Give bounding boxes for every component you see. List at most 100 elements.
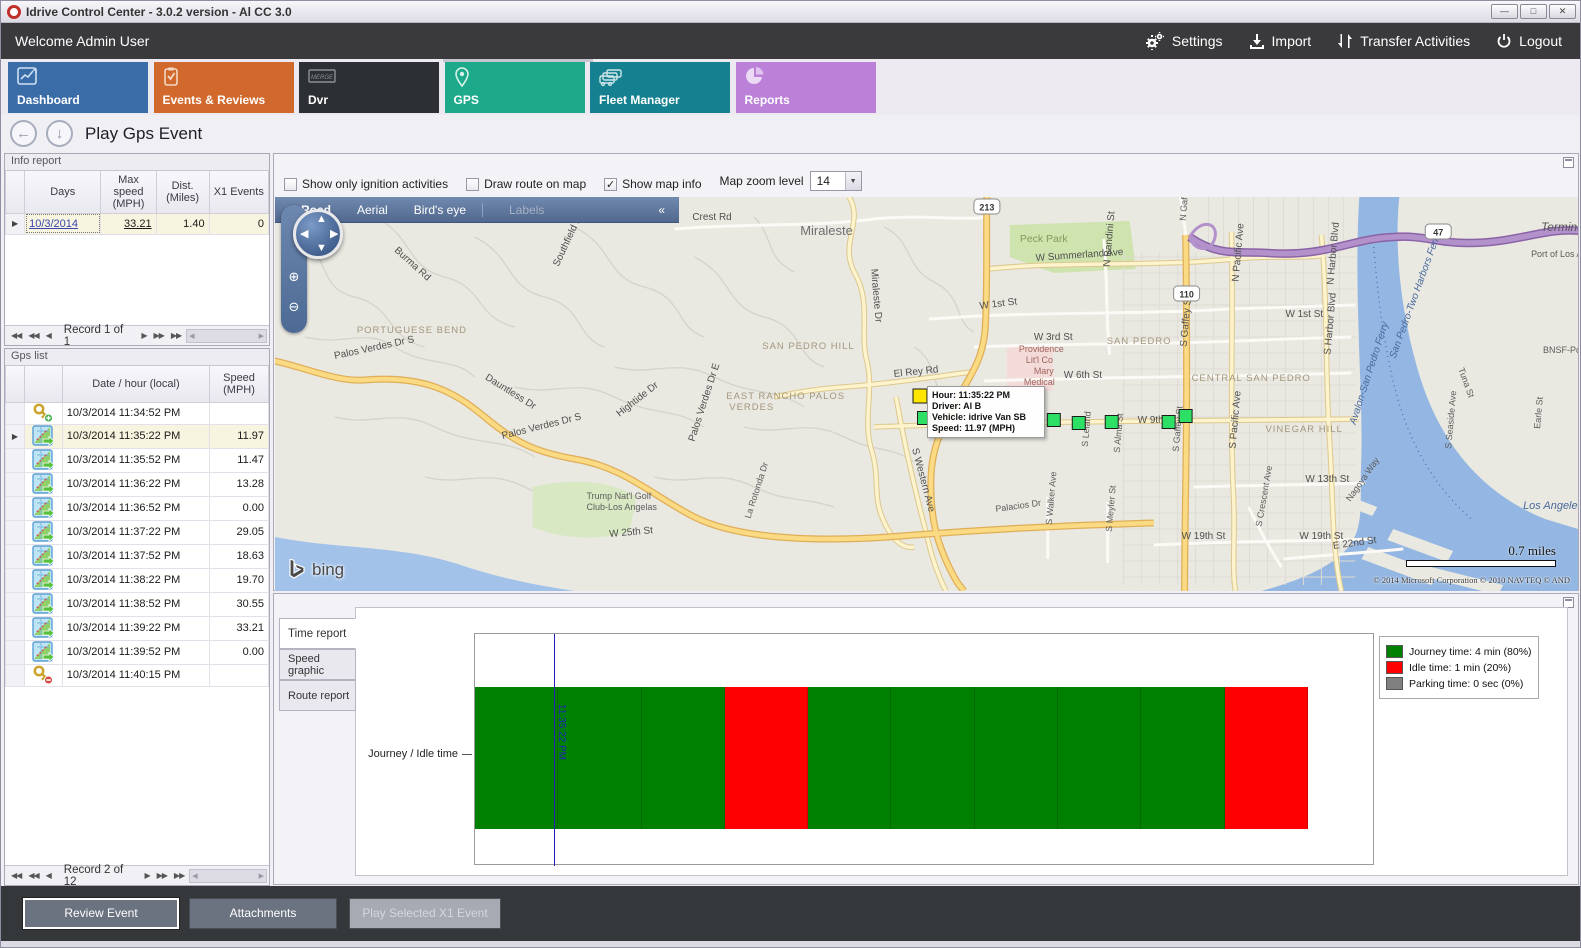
gps-row[interactable]: 10/3/2014 11:37:52 PM18.63 — [6, 544, 269, 568]
map-zoom-dropdown[interactable]: 14 ▼ — [810, 171, 862, 191]
info-report-table[interactable]: DaysMax speed (MPH)Dist. (Miles)X1 Event… — [5, 171, 269, 235]
pan-left-icon[interactable]: ◀ — [300, 227, 308, 240]
gps-marker[interactable] — [1179, 410, 1192, 423]
checkbox-show-map-info[interactable]: ✓Show map info — [604, 177, 701, 191]
column-header[interactable]: Dist. (Miles) — [156, 171, 209, 213]
tab-fleet-manager[interactable]: Fleet Manager — [590, 62, 730, 113]
chart-area: Journey / Idle time 11:35:22 PM Journey … — [355, 607, 1568, 876]
column-header[interactable]: X1 Events — [209, 171, 268, 213]
chart-legend: Journey time: 4 min (80%)Idle time: 1 mi… — [1379, 636, 1539, 699]
time-cursor[interactable]: 11:35:22 PM — [554, 634, 555, 866]
pan-right-icon[interactable]: ▶ — [330, 227, 338, 240]
pan-up-icon[interactable]: ▲ — [316, 213, 327, 225]
gps-row[interactable]: 10/3/2014 11:36:52 PM0.00 — [6, 496, 269, 520]
prev-record-icon[interactable]: ◀ — [44, 331, 53, 340]
gps-row[interactable]: 10/3/2014 11:38:22 PM19.70 — [6, 568, 269, 592]
column-header[interactable]: Date / hour (local) — [62, 366, 209, 402]
transfer-activities-button[interactable]: Transfer Activities — [1337, 33, 1470, 49]
next-page-icon[interactable]: ▶▶ — [155, 871, 169, 880]
gps-marker[interactable] — [1047, 414, 1060, 427]
logout-button[interactable]: Logout — [1496, 33, 1562, 49]
tab-reports[interactable]: Reports — [736, 62, 876, 113]
map-mode-aerial[interactable]: Aerial — [357, 203, 388, 217]
map-label: Lit'l Co — [1026, 355, 1053, 365]
footer-bar: Review EventAttachmentsPlay Selected X1 … — [1, 886, 1580, 941]
gps-row[interactable]: 10/3/2014 11:37:22 PM29.05 — [6, 520, 269, 544]
tab-label: Fleet Manager — [599, 93, 730, 107]
tab-dashboard[interactable]: Dashboard — [8, 62, 148, 113]
map-mode-bird-s-eye[interactable]: Bird's eye — [414, 203, 466, 217]
last-record-icon[interactable]: ▶▶ — [172, 871, 186, 880]
prev-page-icon[interactable]: ◀◀ — [26, 331, 40, 340]
attachments-button[interactable]: Attachments — [189, 898, 337, 929]
horizontal-scrollbar[interactable]: ◀▶ — [189, 869, 267, 883]
first-record-icon[interactable]: ◀◀ — [9, 331, 23, 340]
next-page-icon[interactable]: ▶▶ — [152, 331, 166, 340]
zoom-in-icon[interactable]: ⊕ — [284, 267, 304, 287]
zoom-out-icon[interactable]: ⊖ — [284, 297, 304, 317]
collapse-toolbar-button[interactable]: « — [658, 203, 665, 217]
down-button[interactable]: ↓ — [46, 120, 73, 147]
svg-text:47: 47 — [1433, 227, 1443, 237]
gps-row[interactable]: 10/3/2014 11:39:22 PM33.21 — [6, 616, 269, 640]
column-header[interactable]: Days — [25, 171, 101, 213]
gps-row[interactable]: 10/3/2014 11:38:52 PM30.55 — [6, 592, 269, 616]
prev-record-icon[interactable]: ◀ — [44, 871, 53, 880]
map-label: W 13th St — [1305, 474, 1349, 485]
gps-marker[interactable] — [1072, 417, 1085, 430]
tab-dvr[interactable]: MERGEDvr — [299, 62, 439, 113]
back-button[interactable]: ← — [10, 120, 37, 147]
legend-swatch — [1386, 677, 1403, 690]
map-mode-labels[interactable]: Labels — [509, 203, 544, 217]
last-record-icon[interactable]: ▶▶ — [169, 331, 183, 340]
gps-row[interactable]: 10/3/2014 11:40:15 PM — [6, 664, 269, 686]
dvr-icon: MERGE — [308, 67, 439, 89]
import-button[interactable]: Import — [1249, 33, 1312, 49]
next-record-icon[interactable]: ▶ — [139, 331, 148, 340]
tab-events-reviews[interactable]: Events & Reviews — [154, 62, 294, 113]
legend-swatch — [1386, 661, 1403, 674]
gps-row[interactable]: ▶10/3/2014 11:35:22 PM11.97 — [6, 424, 269, 448]
chart-tab-route-report[interactable]: Route report — [279, 680, 356, 711]
close-button[interactable]: ✕ — [1549, 4, 1576, 19]
maximize-button[interactable]: □ — [1520, 4, 1547, 19]
map-canvas[interactable]: Crest RdMiralesteBurma RdSouthfield DrMi… — [275, 197, 1578, 591]
gps-speed-cell — [210, 664, 269, 686]
first-record-icon[interactable]: ◀◀ — [9, 871, 23, 880]
prev-page-icon[interactable]: ◀◀ — [26, 871, 40, 880]
column-header[interactable]: Max speed (MPH) — [101, 171, 156, 213]
settings-button[interactable]: Settings — [1145, 32, 1223, 50]
row-marker-header — [6, 171, 25, 213]
checkbox-show-only-ignition-activities[interactable]: Show only ignition activities — [284, 177, 448, 191]
journey-segment — [558, 687, 641, 829]
horizontal-scrollbar[interactable]: ◀▶ — [186, 329, 267, 343]
pan-down-icon[interactable]: ▼ — [316, 242, 327, 254]
gps-speed-cell — [210, 402, 269, 424]
column-header[interactable]: Speed (MPH) — [210, 366, 269, 402]
map-pan-compass[interactable]: ▲ ▼ ◀ ▶ — [293, 209, 343, 259]
key-off-icon — [24, 664, 62, 686]
selected-gps-marker[interactable] — [913, 389, 927, 403]
checkbox-draw-route-on-map[interactable]: Draw route on map — [466, 177, 586, 191]
gps-row[interactable]: 10/3/2014 11:36:22 PM13.28 — [6, 472, 269, 496]
gps-row[interactable]: 10/3/2014 11:34:52 PM — [6, 402, 269, 424]
row-marker-header — [6, 366, 25, 402]
gps-speed-cell: 11.47 — [210, 448, 269, 472]
gps-speed-cell: 11.97 — [210, 424, 269, 448]
table-row[interactable]: ▶10/3/201433.211.400 — [6, 213, 269, 234]
tab-label: Reports — [745, 93, 876, 107]
chart-tab-time-report[interactable]: Time report — [279, 618, 356, 649]
next-record-icon[interactable]: ▶ — [142, 871, 151, 880]
tab-gps[interactable]: GPS — [445, 62, 585, 113]
day-link[interactable]: 10/3/2014 — [29, 218, 78, 230]
gps-marker[interactable] — [1105, 416, 1118, 429]
gps-row[interactable]: 10/3/2014 11:39:52 PM0.00 — [6, 640, 269, 664]
bing-icon — [287, 559, 307, 581]
gps-row[interactable]: 10/3/2014 11:35:52 PM11.47 — [6, 448, 269, 472]
gps-list-table[interactable]: Date / hour (local)Speed (MPH)10/3/2014 … — [5, 366, 269, 687]
waypoint-icon — [24, 520, 62, 544]
minimize-button[interactable]: — — [1491, 4, 1518, 19]
chart-tab-speed-graphic[interactable]: Speed graphic — [279, 649, 356, 680]
gps-marker[interactable] — [1162, 416, 1175, 429]
review-event-button[interactable]: Review Event — [23, 898, 179, 929]
